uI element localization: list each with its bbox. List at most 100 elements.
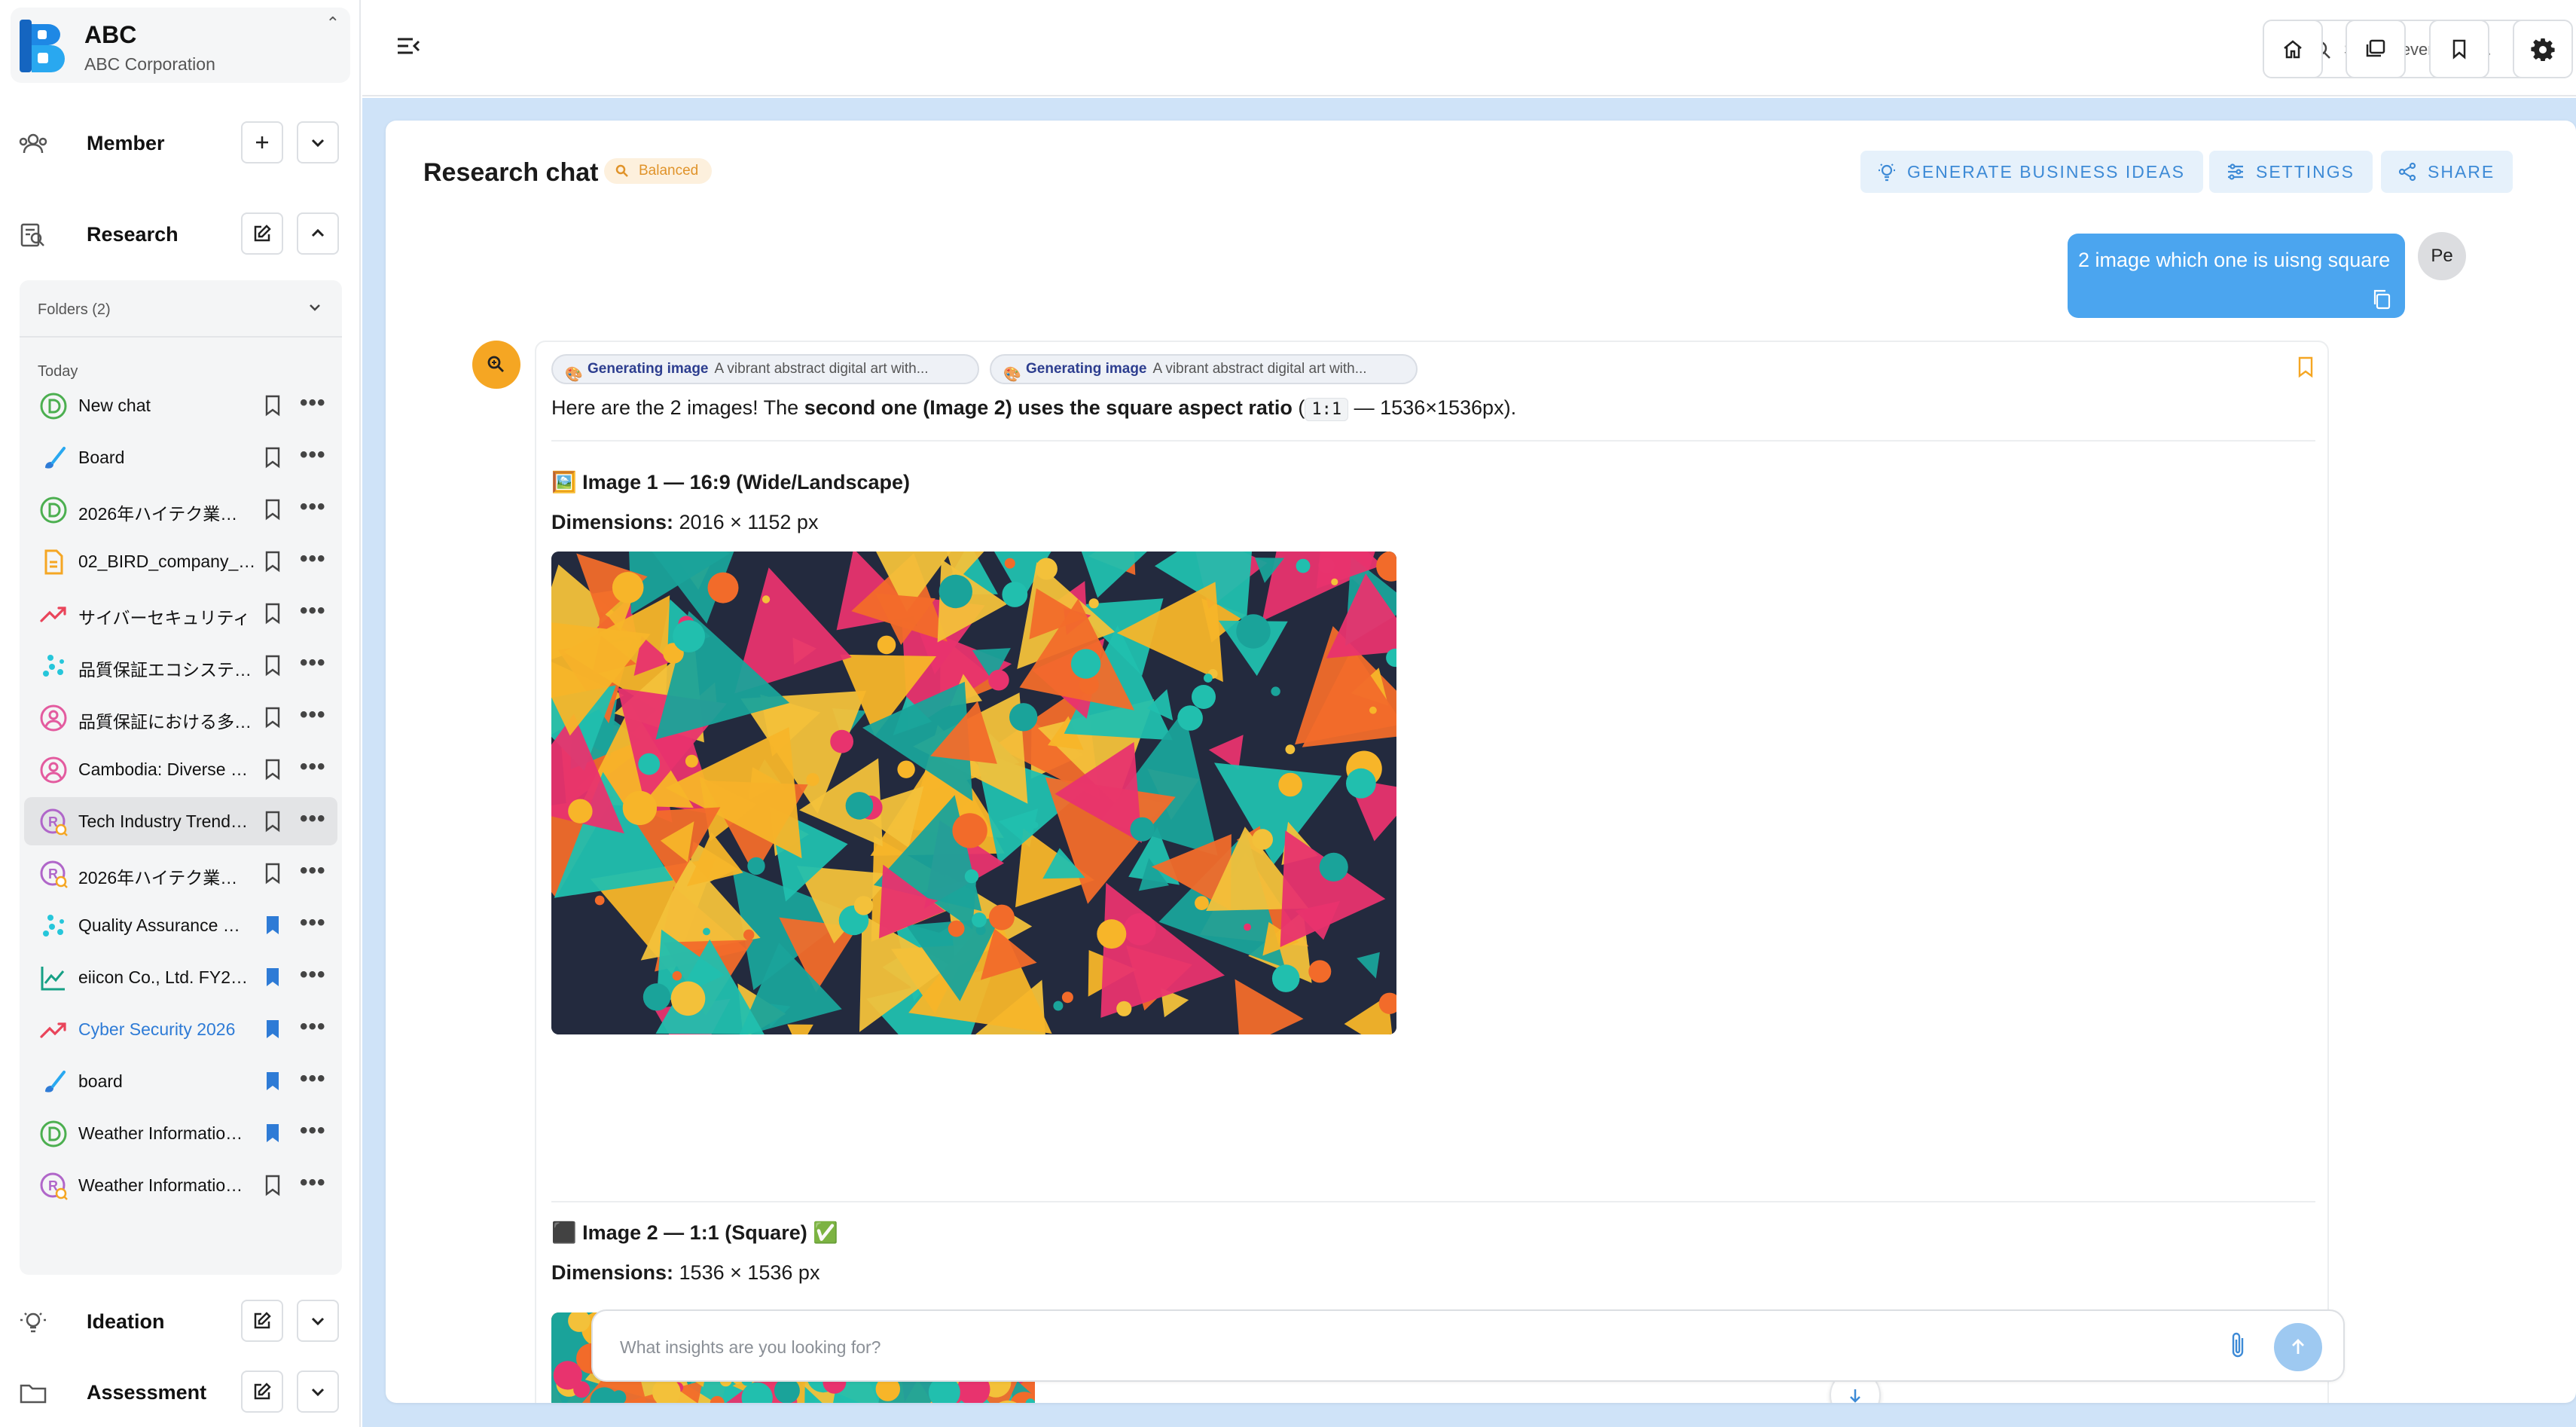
image-1-heading: 🖼️ Image 1 — 16:9 (Wide/Landscape) <box>551 471 911 493</box>
assistant-avatar <box>472 341 520 389</box>
bookmark-icon[interactable] <box>264 654 282 680</box>
chat-list-item[interactable]: R Tech Industry Trend… ••• <box>24 797 337 845</box>
section-member[interactable]: Member <box>0 117 361 170</box>
new-research-button[interactable] <box>241 212 283 255</box>
bookmark-icon[interactable] <box>264 966 282 992</box>
workspace-switcher[interactable]: ABC ABC Corporation ⌃ <box>11 8 350 83</box>
group-label-today: Today <box>38 363 78 380</box>
search-agent-icon <box>615 164 628 177</box>
menu-collapse-icon[interactable] <box>395 33 421 59</box>
intro-part: — 1536×1536px). <box>1348 396 1517 419</box>
chat-list-item[interactable]: R Weather Informatio… ••• <box>24 1161 337 1209</box>
bookmarks-button[interactable] <box>2429 20 2489 78</box>
research-panel: Folders (2) Today New chat ••• Board ••• 202… <box>20 280 342 1275</box>
chat-list-item-label: 2026年ハイテク業… <box>78 868 238 888</box>
section-research[interactable]: Research <box>0 208 361 261</box>
workspace-name: ABC <box>84 21 137 48</box>
more-options-icon[interactable]: ••• <box>300 598 326 624</box>
chat-list-item[interactable]: R 2026年ハイテク業… ••• <box>24 849 337 897</box>
chat-list-item[interactable]: 品質保証における多… ••• <box>24 693 337 741</box>
section-assessment[interactable]: Assessment <box>0 1366 361 1419</box>
bookmark-icon[interactable] <box>264 602 282 628</box>
bookmark-icon[interactable] <box>264 914 282 940</box>
chat-list-item[interactable]: サイバーセキュリティ ••• <box>24 589 337 637</box>
bookmark-icon[interactable] <box>264 1070 282 1096</box>
bookmark-icon[interactable] <box>264 810 282 836</box>
divider <box>551 1201 2315 1202</box>
more-options-icon[interactable]: ••• <box>300 806 326 832</box>
bookmark-icon[interactable] <box>264 706 282 732</box>
mode-badge[interactable]: Balanced <box>604 158 713 184</box>
chat-list-item[interactable]: Board ••• <box>24 433 337 481</box>
folders-toggle[interactable]: Folders (2) <box>20 280 342 338</box>
home-icon <box>2284 40 2302 59</box>
chat-list-item[interactable]: Weather Informatio… ••• <box>24 1109 337 1157</box>
expand-ideation-button[interactable] <box>297 1300 339 1342</box>
bookmark-icon[interactable] <box>264 498 282 524</box>
user-avatar[interactable]: Pe <box>2418 232 2466 280</box>
share-button[interactable]: SHARE <box>2381 151 2513 193</box>
image-2-dimensions: Dimensions: 1536 × 1536 px <box>551 1261 819 1285</box>
more-options-icon[interactable]: ••• <box>300 546 326 572</box>
bookmark-icon[interactable] <box>264 446 282 472</box>
more-options-icon[interactable]: ••• <box>300 494 326 520</box>
more-options-icon[interactable]: ••• <box>300 1170 326 1196</box>
settings-button[interactable] <box>2513 20 2573 78</box>
chat-list-item[interactable]: 02_BIRD_company_… ••• <box>24 537 337 585</box>
expand-member-button[interactable] <box>297 121 339 163</box>
more-options-icon[interactable]: ••• <box>300 1118 326 1144</box>
more-options-icon[interactable]: ••• <box>300 702 326 728</box>
tool-chip-title: Generating image <box>1026 361 1147 377</box>
section-member-label: Member <box>87 132 165 154</box>
expand-assessment-button[interactable] <box>297 1370 339 1413</box>
chat-list-item[interactable]: New chat ••• <box>24 381 337 429</box>
bookmark-icon[interactable] <box>264 1122 282 1148</box>
more-options-icon[interactable]: ••• <box>300 390 326 416</box>
bookmark-icon[interactable] <box>264 862 282 888</box>
bookmark-icon[interactable] <box>264 550 282 576</box>
more-options-icon[interactable]: ••• <box>300 442 326 468</box>
chat-list-item-label: board <box>78 1071 123 1091</box>
new-assessment-button[interactable] <box>241 1370 283 1413</box>
bookmark-icon[interactable] <box>264 1174 282 1200</box>
chat-list-item[interactable]: 2026年ハイテク業… ••• <box>24 485 337 533</box>
chat-list-item[interactable]: Cambodia: Diverse … ••• <box>24 745 337 793</box>
more-options-icon[interactable]: ••• <box>300 962 326 988</box>
tool-chip-generating-image-1[interactable]: 🎨 Generating image A vibrant abstract dig… <box>551 354 979 384</box>
chat-list-item[interactable]: eiicon Co., Ltd. FY2… ••• <box>24 953 337 1001</box>
chevron-up-icon <box>311 228 325 237</box>
collapse-research-button[interactable] <box>297 212 339 255</box>
chat-list-item[interactable]: 品質保証エコシステ… ••• <box>24 641 337 689</box>
library-button[interactable] <box>2346 20 2406 78</box>
bookmark-icon[interactable] <box>264 1018 282 1044</box>
tool-chip-generating-image-2[interactable]: 🎨 Generating image A vibrant abstract dig… <box>990 354 1418 384</box>
bookmark-icon[interactable] <box>264 394 282 420</box>
paperclip-icon[interactable] <box>2227 1331 2250 1361</box>
more-options-icon[interactable]: ••• <box>300 650 326 676</box>
bookmark-icon[interactable] <box>2296 356 2315 378</box>
plus-icon <box>256 136 268 148</box>
more-options-icon[interactable]: ••• <box>300 910 326 936</box>
chevron-updown-icon[interactable]: ⌃ <box>326 14 340 33</box>
more-options-icon[interactable]: ••• <box>300 858 326 884</box>
more-options-icon[interactable]: ••• <box>300 1066 326 1092</box>
message-input[interactable] <box>620 1331 2202 1364</box>
chat-list-item[interactable]: Cyber Security 2026 ••• <box>24 1005 337 1053</box>
generate-business-ideas-button[interactable]: GENERATE BUSINESS IDEAS <box>1860 151 2203 193</box>
section-ideation[interactable]: Ideation <box>0 1295 361 1348</box>
home-button[interactable] <box>2263 20 2323 78</box>
more-options-icon[interactable]: ••• <box>300 754 326 780</box>
document-icon <box>39 548 68 576</box>
new-ideation-button[interactable] <box>241 1300 283 1342</box>
chat-list-item[interactable]: board ••• <box>24 1057 337 1105</box>
bookmark-icon[interactable] <box>264 758 282 784</box>
send-button[interactable] <box>2274 1323 2322 1371</box>
chat-settings-button[interactable]: SETTINGS <box>2209 151 2373 193</box>
generated-image-1[interactable] <box>551 552 1396 1034</box>
copy-icon[interactable] <box>2370 288 2393 310</box>
chat-list-item[interactable]: Quality Assurance … ••• <box>24 901 337 949</box>
research-agent-icon: R <box>39 1172 68 1200</box>
add-member-button[interactable] <box>241 121 283 163</box>
more-options-icon[interactable]: ••• <box>300 1014 326 1040</box>
chat-card: Research chat Balanced GENERATE BUSINESS… <box>386 121 2576 1403</box>
